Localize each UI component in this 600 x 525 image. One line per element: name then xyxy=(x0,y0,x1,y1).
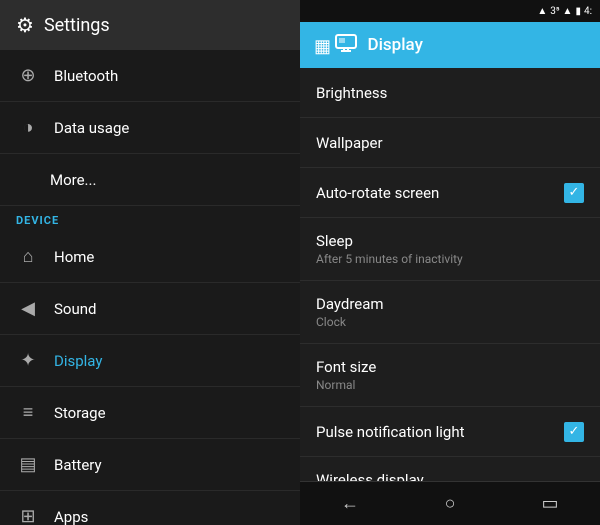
display-item-sleep[interactable]: Sleep After 5 minutes of inactivity xyxy=(300,218,600,281)
section-device-section: DEVICE xyxy=(0,206,300,231)
daydream-title: Daydream xyxy=(316,295,584,313)
display-icon xyxy=(314,34,357,57)
sidebar-item-bluetooth[interactable]: ⊕ Bluetooth xyxy=(0,50,300,102)
signal-strength: 3⁵ xyxy=(550,6,559,17)
sidebar-item-storage[interactable]: ≡ Storage xyxy=(0,387,300,439)
display-item-daydream[interactable]: Daydream Clock xyxy=(300,281,600,344)
android-icon: ▲ xyxy=(537,6,547,17)
nav-bar: ← ○ ▭ xyxy=(300,481,600,525)
display-panel: ▲ 3⁵ ▲ ▮ 4: Display Brightness Wallpaper A… xyxy=(300,0,600,525)
recent-button[interactable]: ▭ xyxy=(520,482,580,525)
display-item-auto-rotate[interactable]: Auto-rotate screen✓ xyxy=(300,168,600,218)
settings-menu: ⊕ Bluetooth ◑ Data usage More... DEVICE ⌂ Home ◀… xyxy=(0,50,300,525)
wireless-display-title: Wireless display xyxy=(316,471,584,481)
display-menu: BrightnessWallpaperAuto-rotate screen✓Sl… xyxy=(300,68,600,481)
display-label: Display xyxy=(54,352,102,370)
sidebar-item-more[interactable]: More... xyxy=(0,154,300,206)
display-item-font-size[interactable]: Font size Normal xyxy=(300,344,600,407)
daydream-subtitle: Clock xyxy=(316,315,584,329)
data-usage-label: Data usage xyxy=(54,119,129,137)
wifi-icon: ▲ xyxy=(563,6,573,17)
sleep-subtitle: After 5 minutes of inactivity xyxy=(316,252,584,266)
sidebar-item-sound[interactable]: ◀ Sound xyxy=(0,283,300,335)
storage-label: Storage xyxy=(54,404,106,422)
status-bar: ▲ 3⁵ ▲ ▮ 4: xyxy=(300,0,600,22)
storage-icon: ≡ xyxy=(16,402,40,423)
home-icon: ⌂ xyxy=(16,246,40,267)
status-icons: ▲ 3⁵ ▲ ▮ 4: xyxy=(537,6,592,17)
auto-rotate-text: Auto-rotate screen xyxy=(316,184,564,202)
display-item-pulse-notification[interactable]: Pulse notification light✓ xyxy=(300,407,600,457)
more-label: More... xyxy=(50,171,96,189)
settings-sidebar: Settings ⊕ Bluetooth ◑ Data usage More... DEV… xyxy=(0,0,300,525)
home-label: Home xyxy=(54,248,94,266)
brightness-text: Brightness xyxy=(316,84,584,102)
sidebar-item-home[interactable]: ⌂ Home xyxy=(0,231,300,283)
font-size-text: Font size Normal xyxy=(316,358,584,392)
sidebar-item-data-usage[interactable]: ◑ Data usage xyxy=(0,102,300,154)
sound-label: Sound xyxy=(54,300,96,318)
font-size-title: Font size xyxy=(316,358,584,376)
apps-label: Apps xyxy=(54,508,88,525)
auto-rotate-checkbox[interactable]: ✓ xyxy=(564,183,584,203)
battery-icon: ▤ xyxy=(16,454,40,475)
display-icon: ✦ xyxy=(16,350,40,371)
sound-icon: ◀ xyxy=(16,298,40,319)
sleep-title: Sleep xyxy=(316,232,584,250)
pulse-notification-checkbox[interactable]: ✓ xyxy=(564,422,584,442)
display-item-wireless-display[interactable]: Wireless displayDisabled xyxy=(300,457,600,481)
display-item-brightness[interactable]: Brightness xyxy=(300,68,600,118)
brightness-title: Brightness xyxy=(316,84,584,102)
wallpaper-text: Wallpaper xyxy=(316,134,584,152)
settings-header: Settings xyxy=(0,0,300,50)
home-button[interactable]: ○ xyxy=(420,482,480,525)
auto-rotate-title: Auto-rotate screen xyxy=(316,184,564,202)
settings-title: Settings xyxy=(44,15,110,36)
gear-icon xyxy=(16,13,34,37)
battery-icon: ▮ xyxy=(575,6,581,17)
wallpaper-title: Wallpaper xyxy=(316,134,584,152)
daydream-text: Daydream Clock xyxy=(316,295,584,329)
data-usage-icon: ◑ xyxy=(16,117,40,138)
pulse-notification-text: Pulse notification light xyxy=(316,423,564,441)
pulse-notification-title: Pulse notification light xyxy=(316,423,564,441)
bluetooth-icon: ⊕ xyxy=(16,65,40,86)
sidebar-item-display[interactable]: ✦ Display xyxy=(0,335,300,387)
font-size-subtitle: Normal xyxy=(316,378,584,392)
display-item-wallpaper[interactable]: Wallpaper xyxy=(300,118,600,168)
back-button[interactable]: ← xyxy=(320,482,380,525)
sidebar-item-battery[interactable]: ▤ Battery xyxy=(0,439,300,491)
sleep-text: Sleep After 5 minutes of inactivity xyxy=(316,232,584,266)
wireless-display-text: Wireless displayDisabled xyxy=(316,471,584,481)
display-header: Display xyxy=(300,22,600,68)
battery-label: Battery xyxy=(54,456,102,474)
bluetooth-label: Bluetooth xyxy=(54,67,118,85)
apps-icon: ⊞ xyxy=(16,506,40,525)
clock: 4: xyxy=(584,6,592,17)
display-title: Display xyxy=(367,35,422,55)
sidebar-item-apps[interactable]: ⊞ Apps xyxy=(0,491,300,525)
